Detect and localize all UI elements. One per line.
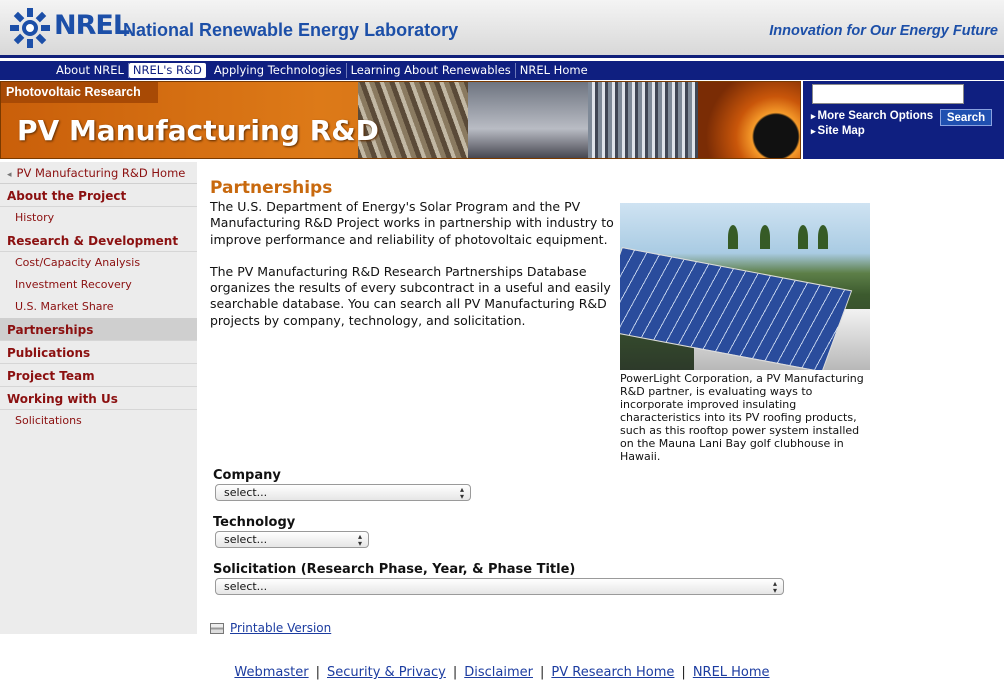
footer-security-privacy-link[interactable]: Security & Privacy — [327, 665, 446, 680]
more-search-options-link[interactable]: More Search Options — [811, 109, 934, 124]
sidebar-item-solicitations[interactable]: Solicitations — [0, 410, 197, 432]
sidebar-item-project-team[interactable]: Project Team — [0, 364, 197, 387]
site-map-link[interactable]: Site Map — [811, 124, 933, 139]
solicitation-select[interactable]: select... ▴ ▾ — [215, 578, 784, 595]
banner-photo-researcher — [468, 82, 588, 158]
topnav-learning-about-renewables[interactable]: Learning About Renewables — [347, 63, 516, 78]
search-panel: More Search Options Site Map Search — [803, 81, 1004, 159]
sidebar-item-cost-capacity-analysis[interactable]: Cost/Capacity Analysis — [0, 252, 197, 274]
sidebar-item-research-development[interactable]: Research & Development — [0, 229, 197, 252]
technology-select[interactable]: select... ▴ ▾ — [215, 531, 369, 548]
topnav-applying-technologies[interactable]: Applying Technologies — [210, 63, 347, 78]
sidebar-item-publications[interactable]: Publications — [0, 341, 197, 364]
palm-tree — [760, 225, 770, 249]
site-header: NREL National Renewable Energy Laborator… — [0, 0, 1004, 58]
footer-separator: | — [540, 665, 545, 680]
sidebar-item-about-the-project[interactable]: About the Project — [0, 184, 197, 207]
company-select-value: select... — [224, 486, 268, 499]
intro-paragraph-1: The U.S. Department of Energy's Solar Pr… — [210, 199, 614, 247]
tagline: Innovation for Our Energy Future — [769, 23, 998, 39]
photo-figure: PowerLight Corporation, a PV Manufacturi… — [620, 203, 872, 463]
sidebar-item-partnerships[interactable]: Partnerships — [0, 318, 197, 341]
intro-text: The U.S. Department of Energy's Solar Pr… — [210, 199, 618, 329]
solicitation-select-value: select... — [224, 580, 268, 593]
company-label: Company — [213, 468, 281, 483]
palm-tree — [818, 225, 828, 249]
banner-kicker: Photovoltaic Research — [1, 82, 158, 103]
page-banner: Photovoltaic Research PV Manufacturing R… — [0, 81, 801, 159]
sidebar-item-investment-recovery[interactable]: Investment Recovery — [0, 274, 197, 296]
technology-select-value: select... — [224, 533, 268, 546]
company-select[interactable]: select... ▴ ▾ — [215, 484, 471, 501]
sidebar: PV Manufacturing R&D Home About the Proj… — [0, 162, 197, 634]
photo-caption: PowerLight Corporation, a PV Manufacturi… — [620, 372, 864, 463]
sidebar-item-history[interactable]: History — [0, 207, 197, 229]
select-arrows-icon: ▴ ▾ — [357, 532, 362, 548]
solicitation-label: Solicitation (Research Phase, Year, & Ph… — [213, 562, 576, 577]
banner-photo-collage — [358, 82, 800, 158]
search-button[interactable]: Search — [940, 109, 992, 126]
topnav-nrel-home[interactable]: NREL Home — [516, 63, 592, 78]
sidebar-item-us-market-share[interactable]: U.S. Market Share — [0, 296, 197, 318]
nrel-logo[interactable]: NREL — [8, 6, 130, 50]
technology-label: Technology — [213, 515, 296, 530]
solar-roof — [620, 247, 853, 370]
topnav-about-nrel[interactable]: About NREL — [52, 63, 129, 78]
printer-icon — [210, 622, 224, 634]
lab-name: National Renewable Energy Laboratory — [123, 20, 459, 40]
printable-version: Printable Version — [210, 621, 331, 635]
palm-tree — [798, 225, 808, 249]
rooftop-solar-photo — [620, 203, 870, 370]
footer-nrel-home-link[interactable]: NREL Home — [693, 665, 770, 680]
footer: Webmaster | Security & Privacy | Disclaimer |… — [0, 665, 1004, 680]
topnav-nrels-rd[interactable]: NREL's R&D — [128, 63, 206, 78]
footer-separator: | — [315, 665, 320, 680]
main-content: Partnerships The U.S. Department of Ener… — [210, 178, 1000, 635]
footer-webmaster-link[interactable]: Webmaster — [234, 665, 308, 680]
footer-disclaimer-link[interactable]: Disclaimer — [464, 665, 533, 680]
sidebar-item-working-with-us[interactable]: Working with Us — [0, 387, 197, 410]
select-arrows-icon: ▴ ▾ — [459, 485, 464, 501]
top-navigation: About NREL NREL's R&D Applying Technolog… — [0, 61, 1004, 80]
search-links: More Search Options Site Map — [811, 109, 934, 139]
footer-separator: | — [452, 665, 458, 680]
banner-photo-factory — [588, 82, 698, 158]
banner-title: PV Manufacturing R&D — [17, 114, 379, 147]
page-title: Partnerships — [210, 178, 333, 198]
banner-photo-wafer — [698, 82, 800, 158]
intro-paragraph-2: The PV Manufacturing R&D Research Partne… — [210, 263, 611, 328]
printable-version-link[interactable]: Printable Version — [230, 621, 331, 635]
search-input[interactable] — [812, 84, 964, 104]
footer-separator: | — [681, 665, 686, 680]
logo-wordmark: NREL — [54, 9, 130, 41]
footer-pv-research-home-link[interactable]: PV Research Home — [551, 665, 674, 680]
sidebar-home-link[interactable]: PV Manufacturing R&D Home — [0, 162, 197, 184]
nrel-sun-icon — [10, 8, 50, 48]
palm-tree — [728, 225, 738, 249]
select-arrows-icon: ▴ ▾ — [772, 579, 777, 595]
